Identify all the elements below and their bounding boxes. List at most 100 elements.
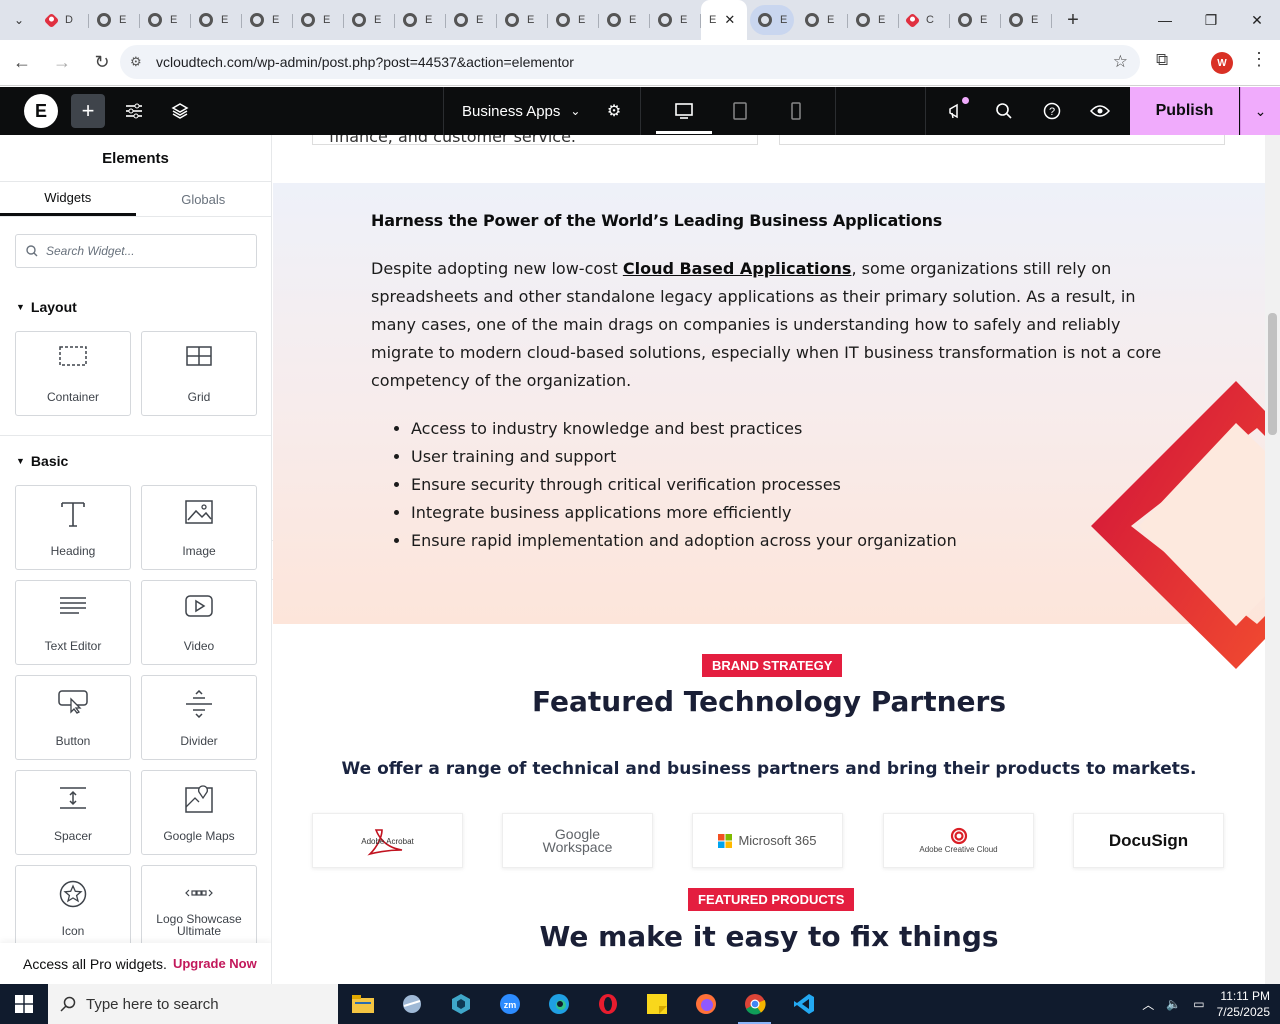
- page-settings-dropdown[interactable]: Business Apps ⌄: [443, 87, 593, 135]
- back-button[interactable]: ←: [4, 45, 40, 81]
- publish-options-chevron-icon[interactable]: ⌄: [1240, 87, 1280, 135]
- partner-name: Microsoft 365: [738, 833, 817, 848]
- widget-container[interactable]: Container: [15, 331, 131, 416]
- widget-logo-showcase[interactable]: Logo Showcase Ultimate: [141, 865, 257, 950]
- site-info-icon[interactable]: ⚙: [130, 54, 150, 70]
- widget-spacer[interactable]: Spacer: [15, 770, 131, 855]
- browser-tab[interactable]: C: [899, 5, 950, 35]
- widget-heading[interactable]: Heading: [15, 485, 131, 570]
- sticky-notes-icon[interactable]: [632, 984, 681, 1024]
- basic-section-toggle[interactable]: ▼ Basic: [16, 453, 68, 469]
- button-icon: [16, 690, 130, 714]
- search-icon[interactable]: [988, 87, 1020, 135]
- svg-text:zm: zm: [503, 1000, 516, 1010]
- url-text[interactable]: vcloudtech.com/wp-admin/post.php?post=44…: [156, 54, 574, 70]
- edge-browser-icon[interactable]: [534, 984, 583, 1024]
- tab-title: D: [65, 14, 73, 26]
- close-tab-icon[interactable]: ✕: [724, 12, 735, 28]
- windows-start-button[interactable]: [0, 984, 48, 1024]
- active-browser-tab[interactable]: E ✕: [701, 0, 747, 40]
- browser-tab[interactable]: E: [599, 5, 650, 35]
- panel-title: Elements: [102, 149, 169, 167]
- minimize-button[interactable]: —: [1142, 0, 1188, 40]
- help-icon[interactable]: ?: [1036, 87, 1068, 135]
- omnibox[interactable]: ⚙ vcloudtech.com/wp-admin/post.php?post=…: [120, 45, 1140, 79]
- page-settings-gear-icon[interactable]: ⚙: [598, 87, 630, 135]
- desktop-view-icon[interactable]: [668, 87, 700, 135]
- browser-tab[interactable]: E: [950, 5, 1001, 35]
- widget-video[interactable]: Video: [141, 580, 257, 665]
- layout-section-toggle[interactable]: ▼ Layout: [16, 299, 77, 315]
- zoom-icon[interactable]: zm: [485, 984, 534, 1024]
- widget-label: Divider: [180, 734, 218, 748]
- extensions-icon[interactable]: ⧉: [1156, 50, 1168, 70]
- canvas-scrollbar-thumb[interactable]: [1268, 313, 1277, 435]
- opera-icon[interactable]: [583, 984, 632, 1024]
- tab-search-dropdown-icon[interactable]: ⌄: [0, 0, 38, 40]
- browser-tab[interactable]: E: [548, 5, 599, 35]
- elementor-logo-icon[interactable]: E: [24, 94, 58, 128]
- network-icon[interactable]: ▭: [1193, 997, 1204, 1011]
- globe-icon: [250, 13, 264, 27]
- app-icon[interactable]: [387, 984, 436, 1024]
- widget-google-maps[interactable]: Google Maps: [141, 770, 257, 855]
- publish-button[interactable]: Publish: [1130, 87, 1239, 135]
- browser-tab[interactable]: E: [191, 5, 242, 35]
- vscode-icon[interactable]: [779, 984, 828, 1024]
- taskbar-search-input[interactable]: Type here to search: [48, 984, 338, 1024]
- widget-icon[interactable]: Icon: [15, 865, 131, 950]
- close-window-button[interactable]: ✕: [1234, 0, 1280, 40]
- products-heading: We make it easy to fix things: [539, 920, 999, 953]
- browser-tab[interactable]: E: [797, 5, 848, 35]
- tab-globals[interactable]: Globals: [136, 182, 272, 216]
- notifications-megaphone-icon[interactable]: [940, 87, 972, 135]
- firefox-icon[interactable]: [681, 984, 730, 1024]
- globe-icon: [454, 13, 468, 27]
- search-placeholder: Search Widget...: [46, 244, 135, 258]
- widget-text-editor[interactable]: Text Editor: [15, 580, 131, 665]
- browser-tab[interactable]: E: [140, 5, 191, 35]
- widget-divider[interactable]: Divider: [141, 675, 257, 760]
- cloud-apps-link[interactable]: Cloud Based Applications: [623, 259, 852, 278]
- structure-layers-icon[interactable]: [164, 87, 196, 135]
- tab-widgets[interactable]: Widgets: [0, 182, 136, 216]
- browser-tab[interactable]: E: [848, 5, 899, 35]
- tablet-view-icon[interactable]: [724, 87, 756, 135]
- browser-menu-icon[interactable]: ⋮: [1250, 49, 1268, 70]
- widget-grid[interactable]: Grid: [141, 331, 257, 416]
- browser-tab[interactable]: E: [497, 5, 548, 35]
- app-icon[interactable]: [436, 984, 485, 1024]
- preview-eye-icon[interactable]: [1084, 87, 1116, 135]
- reload-button[interactable]: ↻: [84, 45, 120, 81]
- widget-search-input[interactable]: Search Widget...: [15, 234, 257, 268]
- mobile-view-icon[interactable]: [780, 87, 812, 135]
- browser-tab[interactable]: E: [446, 5, 497, 35]
- browser-tab[interactable]: E: [395, 5, 446, 35]
- browser-tab[interactable]: E: [750, 5, 794, 35]
- browser-tab[interactable]: E: [89, 5, 140, 35]
- file-explorer-icon[interactable]: [338, 984, 387, 1024]
- upgrade-now-link[interactable]: Upgrade Now: [173, 956, 257, 971]
- list-item: Integrate business applications more eff…: [411, 499, 957, 527]
- browser-tab[interactable]: D: [38, 5, 89, 35]
- browser-tab[interactable]: E: [650, 5, 701, 35]
- browser-tab[interactable]: E: [242, 5, 293, 35]
- browser-tab[interactable]: E: [1001, 5, 1052, 35]
- volume-icon[interactable]: 🔈: [1166, 997, 1181, 1011]
- new-tab-button[interactable]: +: [1056, 5, 1090, 35]
- chrome-icon[interactable]: [730, 984, 779, 1024]
- restore-button[interactable]: ❐: [1188, 0, 1234, 40]
- clock[interactable]: 11:11 PM 7/25/2025: [1217, 988, 1270, 1020]
- hero-section[interactable]: Harness the Power of the World’s Leading…: [273, 183, 1265, 669]
- add-element-button[interactable]: +: [71, 94, 105, 128]
- browser-tab[interactable]: E: [344, 5, 395, 35]
- show-hidden-icons-icon[interactable]: ︿: [1142, 996, 1154, 1013]
- widget-image[interactable]: Image: [141, 485, 257, 570]
- profile-avatar[interactable]: W: [1211, 52, 1233, 74]
- site-settings-icon[interactable]: [118, 87, 150, 135]
- bookmark-star-icon[interactable]: ☆: [1113, 52, 1128, 72]
- widget-button[interactable]: Button: [15, 675, 131, 760]
- browser-tab[interactable]: E: [293, 5, 344, 35]
- canvas-scrollbar[interactable]: [1265, 135, 1280, 984]
- forward-button[interactable]: →: [44, 45, 80, 81]
